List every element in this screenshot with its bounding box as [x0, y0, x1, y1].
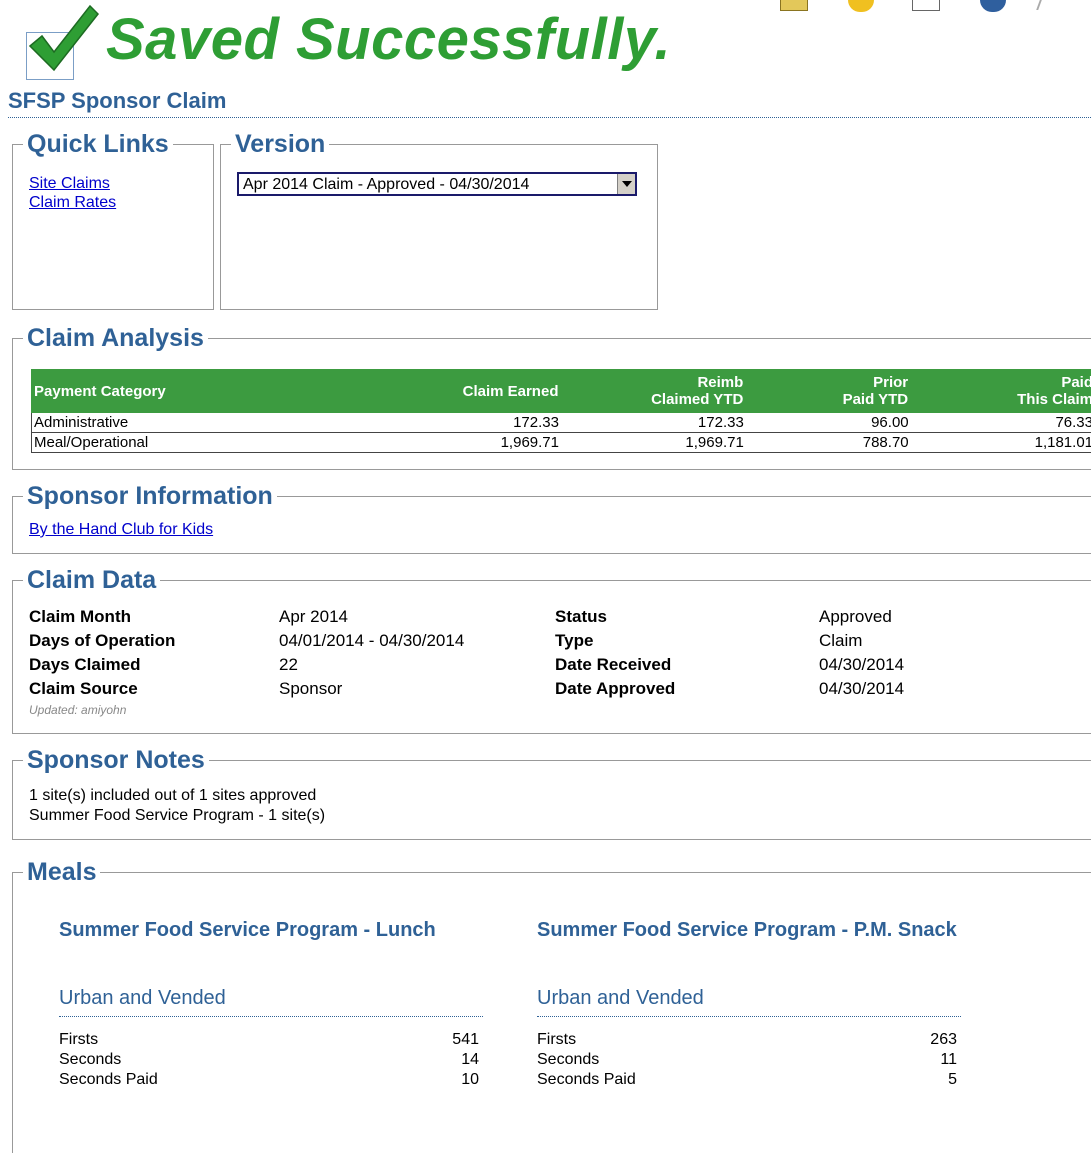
- days-operation-label: Days of Operation: [29, 631, 175, 651]
- claim-data-legend: Claim Data: [23, 565, 160, 595]
- table-row: Meal/Operational 1,969.71 1,969.71 788.7…: [32, 433, 1091, 453]
- toolbar-icon-3[interactable]: [912, 0, 940, 11]
- days-operation-value: 04/01/2014 - 04/30/2014: [279, 631, 464, 651]
- meal-row-value: 11: [897, 1051, 957, 1069]
- sponsor-info-panel: Sponsor Information By the Hand Club for…: [12, 496, 1091, 554]
- sponsor-notes-panel: Sponsor Notes 1 site(s) included out of …: [12, 760, 1091, 840]
- meal-subtitle-snack: Urban and Vended: [537, 987, 704, 1010]
- sponsor-name-link[interactable]: By the Hand Club for Kids: [29, 521, 213, 538]
- toolbar-icon-4[interactable]: [980, 0, 1006, 12]
- meal-row-label: Firsts: [537, 1031, 576, 1049]
- saved-message: Saved Successfully.: [106, 6, 671, 73]
- meal-row-value: 10: [419, 1071, 479, 1089]
- status-label: Status: [555, 607, 607, 627]
- meal-row-label: Seconds: [537, 1051, 599, 1069]
- site-claims-link[interactable]: Site Claims: [29, 175, 110, 192]
- col-claim-earned: Claim Earned: [386, 370, 561, 413]
- meal-program-title-snack: Summer Food Service Program - P.M. Snack: [537, 917, 957, 943]
- date-received-label: Date Received: [555, 655, 671, 675]
- col-paid-this-claim: PaidThis Claim: [911, 370, 1091, 413]
- checkmark-icon: [24, 0, 100, 76]
- meal-row-value: 263: [897, 1031, 957, 1049]
- version-panel: Version Apr 2014 Claim - Approved - 04/3…: [220, 144, 658, 310]
- toolbar-icon-2[interactable]: [848, 0, 874, 12]
- claim-source-value: Sponsor: [279, 679, 342, 699]
- meal-row-label: Seconds Paid: [59, 1071, 158, 1089]
- date-received-value: 04/30/2014: [819, 655, 904, 675]
- col-payment-category: Payment Category: [32, 370, 387, 413]
- claim-source-label: Claim Source: [29, 679, 138, 699]
- meal-row-label: Seconds: [59, 1051, 121, 1069]
- claim-data-panel: Claim Data Claim Month Days of Operation…: [12, 580, 1091, 734]
- sponsor-info-legend: Sponsor Information: [23, 481, 277, 511]
- date-approved-label: Date Approved: [555, 679, 675, 699]
- meal-row-value: 14: [419, 1051, 479, 1069]
- meal-subtitle-lunch: Urban and Vended: [59, 987, 226, 1010]
- meal-row-label: Seconds Paid: [537, 1071, 636, 1089]
- quick-links-panel: Quick Links Site Claims Claim Rates: [12, 144, 214, 310]
- notes-line-sites: 1 site(s) included out of 1 sites approv…: [29, 787, 316, 805]
- page-title: SFSP Sponsor Claim: [8, 88, 226, 114]
- meal-divider: [59, 1016, 483, 1017]
- days-claimed-value: 22: [279, 655, 298, 675]
- updated-by: Updated: amiyohn: [29, 703, 126, 717]
- status-value: Approved: [819, 607, 892, 627]
- chevron-down-icon[interactable]: [617, 174, 635, 194]
- quick-links-legend: Quick Links: [23, 129, 173, 159]
- meal-program-title-lunch: Summer Food Service Program - Lunch: [59, 917, 479, 943]
- claim-analysis-table: Payment Category Claim Earned ReimbClaim…: [31, 369, 1091, 453]
- type-value: Claim: [819, 631, 862, 651]
- type-label: Type: [555, 631, 593, 651]
- meal-row-label: Firsts: [59, 1031, 98, 1049]
- toolbar-icon-5[interactable]: [1036, 0, 1050, 10]
- claim-month-value: Apr 2014: [279, 607, 348, 627]
- claim-month-label: Claim Month: [29, 607, 131, 627]
- title-divider: [8, 117, 1091, 118]
- toolbar-icon-1[interactable]: [780, 0, 808, 11]
- sponsor-notes-legend: Sponsor Notes: [23, 745, 209, 775]
- meals-legend: Meals: [23, 857, 100, 887]
- claim-rates-link[interactable]: Claim Rates: [29, 194, 116, 211]
- version-select[interactable]: Apr 2014 Claim - Approved - 04/30/2014: [237, 172, 637, 196]
- notes-line-program: Summer Food Service Program - 1 site(s): [29, 807, 325, 825]
- version-legend: Version: [231, 129, 329, 159]
- table-row: Administrative 172.33 172.33 96.00 76.33: [32, 413, 1091, 433]
- meal-row-value: 5: [897, 1071, 957, 1089]
- meal-row-value: 541: [419, 1031, 479, 1049]
- date-approved-value: 04/30/2014: [819, 679, 904, 699]
- top-toolbar: [780, 0, 1060, 16]
- claim-analysis-legend: Claim Analysis: [23, 323, 208, 353]
- meal-divider: [537, 1016, 961, 1017]
- col-reimb-claimed-ytd: ReimbClaimed YTD: [561, 370, 746, 413]
- version-select-value: Apr 2014 Claim - Approved - 04/30/2014: [243, 176, 529, 194]
- meals-panel: Meals Summer Food Service Program - Lunc…: [12, 872, 1091, 1153]
- claim-analysis-panel: Claim Analysis Payment Category Claim Ea…: [12, 338, 1091, 470]
- days-claimed-label: Days Claimed: [29, 655, 141, 675]
- col-prior-paid-ytd: PriorPaid YTD: [746, 370, 911, 413]
